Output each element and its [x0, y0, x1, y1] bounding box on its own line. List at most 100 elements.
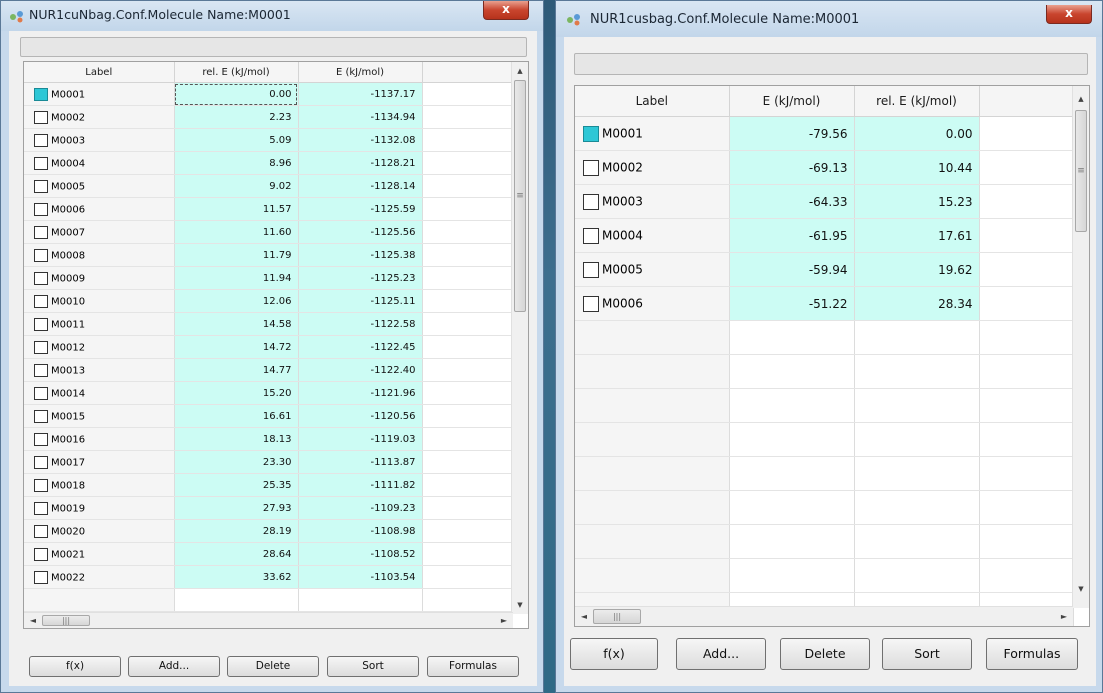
- row-label-cell[interactable]: M0007: [24, 220, 175, 244]
- row-checkbox[interactable]: [583, 227, 599, 244]
- energy-cell[interactable]: -1113.87: [298, 450, 423, 474]
- row-label-cell[interactable]: M0001: [575, 116, 730, 151]
- row-checkbox[interactable]: [34, 294, 48, 308]
- rel-energy-cell[interactable]: 15.20: [174, 381, 299, 405]
- formulas-button[interactable]: Formulas: [986, 638, 1078, 670]
- arrow-down-icon[interactable]: ▼: [512, 598, 528, 612]
- row-checkbox[interactable]: [583, 193, 599, 210]
- row-label-cell[interactable]: M0020: [24, 519, 175, 543]
- rel-energy-cell[interactable]: 28.19: [174, 519, 299, 543]
- row-label-cell[interactable]: M0018: [24, 473, 175, 497]
- row-checkbox[interactable]: [583, 261, 599, 278]
- energy-cell[interactable]: -59.94: [729, 252, 855, 287]
- right-vertical-scrollbar[interactable]: ▲ ▼: [1072, 86, 1089, 608]
- arrow-up-icon[interactable]: ▲: [512, 64, 528, 78]
- table-row[interactable]: M0011 14.58 -1122.58: [24, 312, 513, 336]
- right-vertical-scroll-thumb[interactable]: [1075, 110, 1087, 232]
- row-label-cell[interactable]: M0004: [575, 218, 730, 253]
- table-row[interactable]: M0007 11.60 -1125.56: [24, 220, 513, 244]
- row-checkbox[interactable]: [34, 271, 48, 285]
- rel-energy-cell[interactable]: 5.09: [174, 128, 299, 152]
- rel-energy-cell[interactable]: 11.79: [174, 243, 299, 267]
- row-checkbox[interactable]: [34, 501, 48, 515]
- energy-cell[interactable]: -1128.14: [298, 174, 423, 198]
- row-checkbox[interactable]: [34, 156, 48, 170]
- energy-cell[interactable]: -61.95: [729, 218, 855, 253]
- row-label-cell[interactable]: M0003: [24, 128, 175, 152]
- column-header-e[interactable]: E (kJ/mol): [298, 62, 423, 83]
- energy-cell[interactable]: -1125.11: [298, 289, 423, 313]
- rel-energy-cell[interactable]: 17.61: [854, 218, 980, 253]
- row-checkbox[interactable]: [34, 524, 48, 538]
- rel-energy-cell[interactable]: 15.23: [854, 184, 980, 219]
- left-horizontal-scrollbar[interactable]: ◄ ||| ►: [24, 612, 513, 628]
- energy-cell[interactable]: -69.13: [729, 150, 855, 185]
- row-label-cell[interactable]: M0017: [24, 450, 175, 474]
- column-header-rel-e[interactable]: rel. E (kJ/mol): [854, 86, 980, 117]
- row-label-cell[interactable]: M0010: [24, 289, 175, 313]
- energy-cell[interactable]: -1137.17: [298, 82, 423, 106]
- row-checkbox[interactable]: [34, 340, 48, 354]
- rel-energy-cell[interactable]: 16.61: [174, 404, 299, 428]
- energy-cell[interactable]: -1125.59: [298, 197, 423, 221]
- row-label-cell[interactable]: M0015: [24, 404, 175, 428]
- row-checkbox[interactable]: [34, 225, 48, 239]
- row-checkbox[interactable]: [34, 432, 48, 446]
- column-header-rel-e[interactable]: rel. E (kJ/mol): [174, 62, 299, 83]
- rel-energy-cell[interactable]: 14.77: [174, 358, 299, 382]
- energy-cell[interactable]: -1122.45: [298, 335, 423, 359]
- rel-energy-cell[interactable]: 8.96: [174, 151, 299, 175]
- table-row[interactable]: M0002 -69.13 10.44: [575, 150, 1074, 185]
- right-horizontal-scrollbar[interactable]: ◄ ||| ►: [575, 606, 1073, 626]
- row-label-cell[interactable]: M0019: [24, 496, 175, 520]
- row-checkbox[interactable]: [34, 202, 48, 216]
- arrow-right-icon[interactable]: ►: [497, 613, 511, 628]
- rel-energy-cell[interactable]: 28.64: [174, 542, 299, 566]
- table-row[interactable]: M0010 12.06 -1125.11: [24, 289, 513, 313]
- rel-energy-cell[interactable]: 33.62: [174, 565, 299, 589]
- table-row[interactable]: M0004 8.96 -1128.21: [24, 151, 513, 175]
- formulas-button[interactable]: Formulas: [427, 656, 519, 677]
- table-row[interactable]: M0019 27.93 -1109.23: [24, 496, 513, 520]
- row-checkbox[interactable]: [34, 110, 48, 124]
- energy-cell[interactable]: -51.22: [729, 286, 855, 321]
- rel-energy-cell[interactable]: 11.94: [174, 266, 299, 290]
- row-label-cell[interactable]: M0005: [575, 252, 730, 287]
- energy-cell[interactable]: -1108.98: [298, 519, 423, 543]
- fx-button[interactable]: f(x): [570, 638, 658, 670]
- rel-energy-cell[interactable]: 18.13: [174, 427, 299, 451]
- arrow-up-icon[interactable]: ▲: [1073, 92, 1089, 106]
- right-close-button[interactable]: x: [1046, 5, 1092, 24]
- row-checkbox[interactable]: [34, 133, 48, 147]
- left-vertical-scrollbar[interactable]: ▲ ▼: [511, 62, 528, 614]
- energy-cell[interactable]: -1103.54: [298, 565, 423, 589]
- left-horizontal-scroll-thumb[interactable]: |||: [42, 615, 90, 626]
- table-row[interactable]: M0021 28.64 -1108.52: [24, 542, 513, 566]
- row-checkbox[interactable]: [34, 547, 48, 561]
- row-label-cell[interactable]: M0014: [24, 381, 175, 405]
- table-row[interactable]: M0006 11.57 -1125.59: [24, 197, 513, 221]
- table-row[interactable]: M0001 0.00 -1137.17: [24, 82, 513, 106]
- row-label-cell[interactable]: M0006: [24, 197, 175, 221]
- energy-cell[interactable]: -64.33: [729, 184, 855, 219]
- rel-energy-cell[interactable]: 14.72: [174, 335, 299, 359]
- row-label-cell[interactable]: M0011: [24, 312, 175, 336]
- row-checkbox[interactable]: [34, 179, 48, 193]
- rel-energy-cell[interactable]: 10.44: [854, 150, 980, 185]
- rel-energy-cell[interactable]: 14.58: [174, 312, 299, 336]
- arrow-left-icon[interactable]: ◄: [577, 607, 591, 626]
- table-row[interactable]: M0003 5.09 -1132.08: [24, 128, 513, 152]
- rel-energy-cell[interactable]: 12.06: [174, 289, 299, 313]
- sort-button[interactable]: Sort: [882, 638, 972, 670]
- table-row[interactable]: M0005 -59.94 19.62: [575, 252, 1074, 287]
- rel-energy-cell[interactable]: 25.35: [174, 473, 299, 497]
- row-label-cell[interactable]: M0008: [24, 243, 175, 267]
- left-vertical-scroll-thumb[interactable]: [514, 80, 526, 312]
- column-header-label[interactable]: Label: [24, 62, 175, 83]
- table-row[interactable]: M0009 11.94 -1125.23: [24, 266, 513, 290]
- right-name-field[interactable]: [574, 53, 1088, 75]
- table-row[interactable]: M0008 11.79 -1125.38: [24, 243, 513, 267]
- row-label-cell[interactable]: M0002: [24, 105, 175, 129]
- table-row[interactable]: M0015 16.61 -1120.56: [24, 404, 513, 428]
- row-checkbox[interactable]: [34, 478, 48, 492]
